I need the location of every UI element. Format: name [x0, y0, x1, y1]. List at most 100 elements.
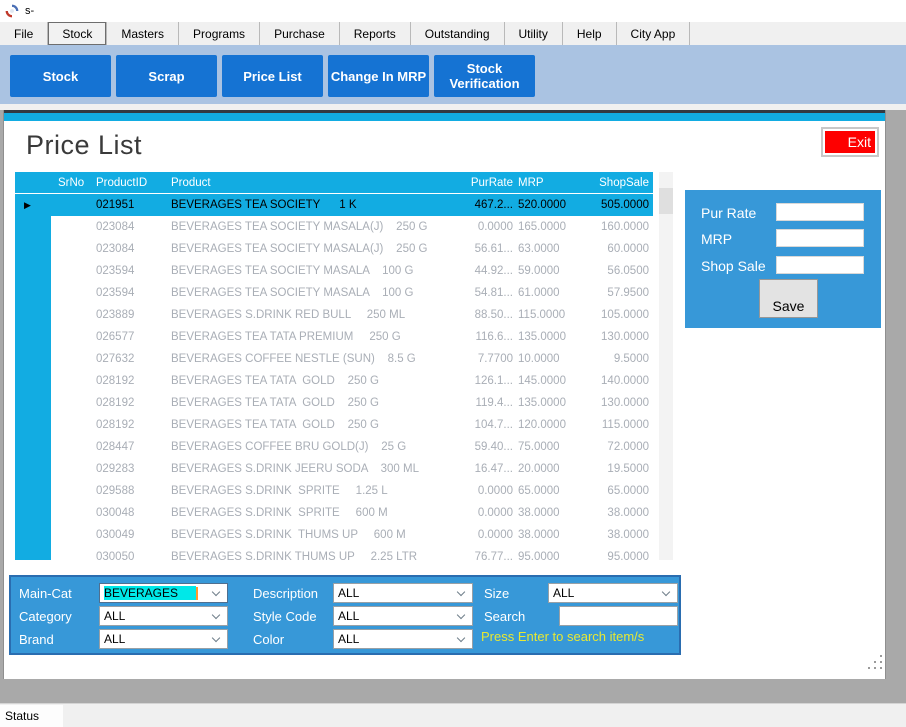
filter-row: Main-CatBEVERAGES	[19, 583, 228, 603]
menu-item-masters[interactable]: Masters	[107, 22, 179, 45]
row-header-cell	[15, 480, 51, 502]
filter-column-1: Main-CatBEVERAGES CategoryALL BrandALL	[19, 583, 228, 652]
scrollbar-thumb[interactable]	[659, 188, 673, 214]
grid-row[interactable]: 023084BEVERAGES TEA SOCIETY MASALA(J) 25…	[15, 216, 653, 238]
pur-rate-field[interactable]	[776, 203, 864, 221]
cell-mrp: 75.0000	[513, 441, 581, 453]
cell-mrp: 61.0000	[513, 287, 581, 299]
filter-column-3: SizeALL Search Press Enter to search ite…	[481, 583, 678, 644]
row-header-cell	[15, 238, 51, 260]
filter-row: Style CodeALL	[253, 606, 473, 626]
cell-product: BEVERAGES TEA TATA GOLD 250 G	[165, 419, 465, 431]
scrap-button[interactable]: Scrap	[116, 55, 217, 97]
column-header-mrp[interactable]: MRP	[513, 177, 581, 189]
cell-product-id: 023084	[93, 243, 165, 255]
menu-item-city-app[interactable]: City App	[617, 22, 691, 45]
category-select[interactable]: ALL	[99, 606, 228, 626]
grid-row[interactable]: 029283BEVERAGES S.DRINK JEERU SODA 300 M…	[15, 458, 653, 480]
column-header-srno[interactable]: SrNo	[51, 177, 93, 189]
filter-row: BrandALL	[19, 629, 228, 649]
style-code-select[interactable]: ALL	[333, 606, 473, 626]
grid-row[interactable]: 028447BEVERAGES COFFEE BRU GOLD(J) 25 G5…	[15, 436, 653, 458]
grid-row[interactable]: 023594BEVERAGES TEA SOCIETY MASALA 100 G…	[15, 282, 653, 304]
grid-row[interactable]: 030048BEVERAGES S.DRINK SPRITE 600 M0.00…	[15, 502, 653, 524]
grid-row[interactable]: 028192BEVERAGES TEA TATA GOLD 250 G104.7…	[15, 414, 653, 436]
cell-mrp: 135.0000	[513, 397, 581, 409]
cell-product-id: 023084	[93, 221, 165, 233]
search-hint: Press Enter to search item/s	[481, 629, 678, 644]
menu-item-purchase[interactable]: Purchase	[260, 22, 340, 45]
cell-shop-sale: 60.0000	[581, 243, 653, 255]
grid-row[interactable]: 023084BEVERAGES TEA SOCIETY MASALA(J) 25…	[15, 238, 653, 260]
cell-shop-sale: 65.0000	[581, 485, 653, 497]
menu-item-utility[interactable]: Utility	[505, 22, 563, 45]
brand-select[interactable]: ALL	[99, 629, 228, 649]
shop-sale-field[interactable]	[776, 256, 864, 274]
grid-row[interactable]: 023594BEVERAGES TEA SOCIETY MASALA 100 G…	[15, 260, 653, 282]
grid-row[interactable]: 027632BEVERAGES COFFEE NESTLE (SUN) 8.5 …	[15, 348, 653, 370]
grid-row[interactable]: 026577BEVERAGES TEA TATA PREMIUM 250 G11…	[15, 326, 653, 348]
menu-item-stock[interactable]: Stock	[48, 22, 107, 45]
column-header-purrate[interactable]: PurRate	[465, 177, 513, 189]
search-input[interactable]	[559, 606, 678, 626]
cell-shop-sale: 72.0000	[581, 441, 653, 453]
cell-pur-rate: 7.7700	[465, 353, 513, 365]
mrp-field[interactable]	[776, 229, 864, 247]
stock-button[interactable]: Stock	[10, 55, 111, 97]
size-select[interactable]: ALL	[548, 583, 678, 603]
cell-pur-rate: 0.0000	[465, 529, 513, 541]
menu-item-help[interactable]: Help	[563, 22, 617, 45]
menu-item-outstanding[interactable]: Outstanding	[411, 22, 505, 45]
column-header-productid[interactable]: ProductID	[93, 177, 165, 189]
cell-product-id: 028192	[93, 397, 165, 409]
menu-item-file[interactable]: File	[0, 22, 48, 45]
grid-row[interactable]: 023889BEVERAGES S.DRINK RED BULL 250 ML8…	[15, 304, 653, 326]
row-header-cell	[15, 524, 51, 546]
style-code-label: Style Code	[253, 609, 333, 624]
cell-shop-sale: 38.0000	[581, 507, 653, 519]
cell-product: BEVERAGES S.DRINK JEERU SODA 300 ML	[165, 463, 465, 475]
grid-body: ▶021951BEVERAGES TEA SOCIETY 1 K467.2...…	[15, 194, 653, 560]
menu-item-programs[interactable]: Programs	[179, 22, 260, 45]
cell-product-id: 030048	[93, 507, 165, 519]
combo-value: ALL	[100, 607, 227, 625]
grid-row[interactable]: 030049BEVERAGES S.DRINK THUMS UP 600 M0.…	[15, 524, 653, 546]
price-list-button[interactable]: Price List	[222, 55, 323, 97]
status-bar: Status	[0, 703, 906, 727]
cell-product: BEVERAGES TEA SOCIETY MASALA(J) 250 G	[165, 243, 465, 255]
row-header-cell	[15, 260, 51, 282]
cell-shop-sale: 105.0000	[581, 309, 653, 321]
description-select[interactable]: ALL	[333, 583, 473, 603]
save-button[interactable]: Save	[759, 279, 818, 318]
filter-column-2: DescriptionALLStyle CodeALLColorALL	[253, 583, 473, 652]
combo-value: ALL	[549, 584, 677, 602]
grid-row[interactable]: 029588BEVERAGES S.DRINK SPRITE 1.25 L0.0…	[15, 480, 653, 502]
cell-mrp: 120.0000	[513, 419, 581, 431]
grid-row[interactable]: 030050BEVERAGES S.DRINK THUMS UP 2.25 LT…	[15, 546, 653, 560]
cell-product-id: 030049	[93, 529, 165, 541]
row-header-cell	[15, 436, 51, 458]
cell-mrp: 115.0000	[513, 309, 581, 321]
mrp-label: MRP	[701, 231, 732, 247]
cell-pur-rate: 0.0000	[465, 221, 513, 233]
filter-row: ColorALL	[253, 629, 473, 649]
color-select[interactable]: ALL	[333, 629, 473, 649]
cell-mrp: 38.0000	[513, 507, 581, 519]
combo-value: BEVERAGES	[100, 584, 227, 602]
grid-row[interactable]: ▶021951BEVERAGES TEA SOCIETY 1 K467.2...…	[15, 194, 653, 216]
main-cat-select[interactable]: BEVERAGES	[99, 583, 228, 603]
column-header-product[interactable]: Product	[165, 177, 465, 189]
cell-pur-rate: 119.4...	[465, 397, 513, 409]
change-in-mrp-button[interactable]: Change In MRP	[328, 55, 429, 97]
cell-pur-rate: 116.6...	[465, 331, 513, 343]
resize-grip-icon[interactable]	[868, 655, 884, 671]
row-header-cell	[15, 502, 51, 524]
grid-row[interactable]: 028192BEVERAGES TEA TATA GOLD 250 G126.1…	[15, 370, 653, 392]
column-header-shopsale[interactable]: ShopSale	[581, 177, 653, 189]
stock-verification-button[interactable]: Stock Verification	[434, 55, 535, 97]
grid-row[interactable]: 028192BEVERAGES TEA TATA GOLD 250 G119.4…	[15, 392, 653, 414]
exit-button[interactable]: Exit	[821, 127, 879, 157]
filter-row: CategoryALL	[19, 606, 228, 626]
grid-vertical-scrollbar[interactable]	[659, 172, 673, 560]
menu-item-reports[interactable]: Reports	[340, 22, 411, 45]
